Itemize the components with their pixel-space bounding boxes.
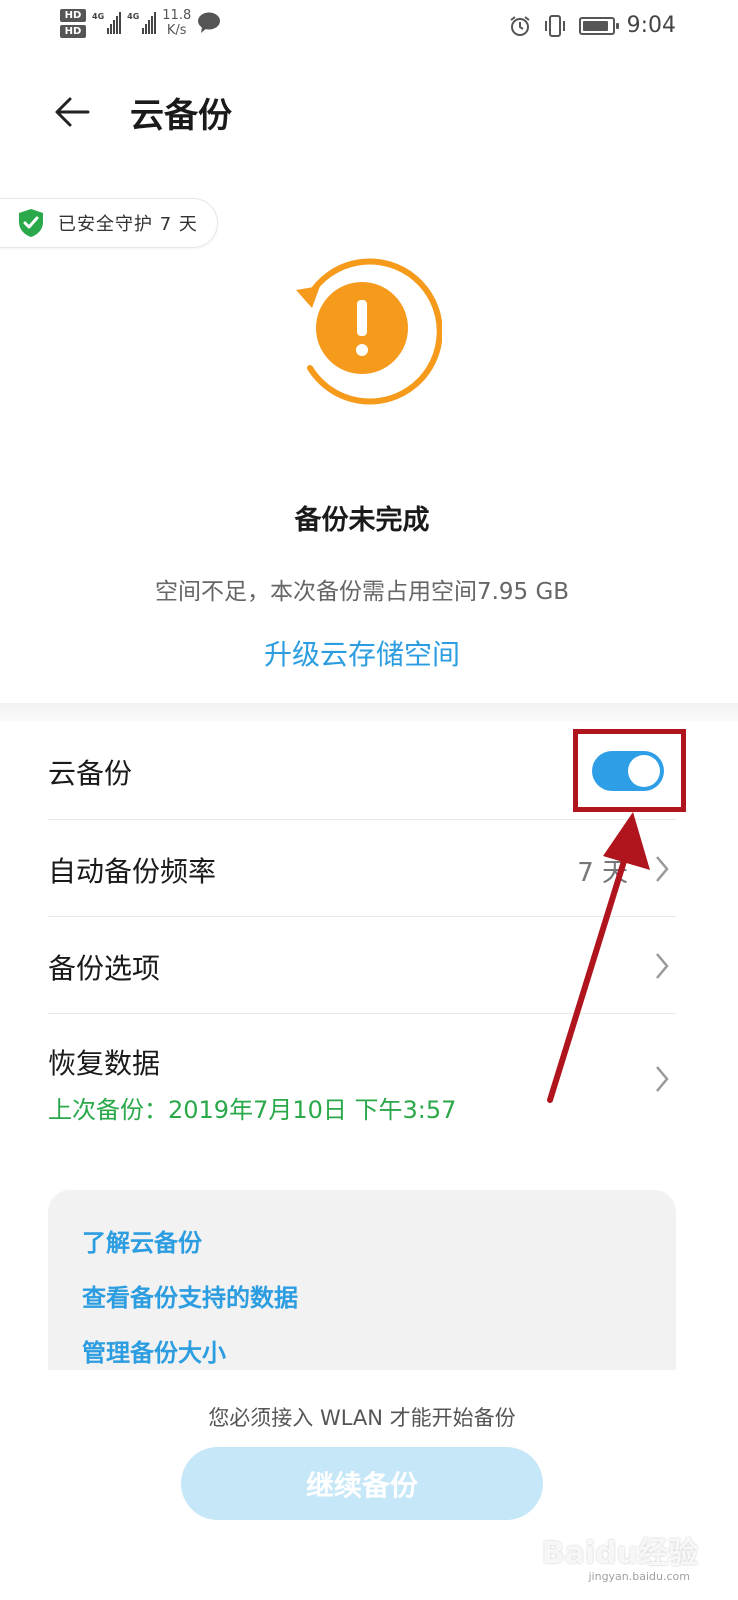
cloud-backup-label: 云备份 — [48, 757, 133, 790]
arrow-left-icon[interactable] — [52, 92, 92, 132]
chevron-right-icon — [656, 1066, 669, 1092]
wechat-icon — [198, 12, 221, 33]
hd-indicators: HD HD — [60, 8, 86, 38]
speed-value: 11.8 — [162, 8, 192, 23]
protection-text: 已安全守护 7 天 — [58, 214, 198, 235]
restore-text-group: 恢复数据 上次备份：2019年7月10日 下午3:57 — [48, 1042, 456, 1125]
signal-icon-2: 4G — [127, 12, 157, 34]
continue-backup-button[interactable]: 继续备份 — [181, 1447, 543, 1520]
network-speed: 11.8 K/s — [162, 8, 191, 38]
info-card: 了解云备份 查看备份支持的数据 管理备份大小 — [48, 1190, 676, 1370]
alarm-icon — [509, 15, 530, 36]
status-bar: HD HD 4G 4G 11.8 K/s 9:04 — [0, 0, 738, 56]
learn-cloud-backup-link[interactable]: 了解云备份 — [82, 1224, 676, 1262]
warning-refresh-icon — [296, 258, 442, 405]
backup-options-label: 备份选项 — [48, 952, 161, 985]
chevron-right-icon — [656, 856, 669, 882]
hd-icon-2: HD — [60, 24, 86, 38]
app-header: 云备份 — [0, 70, 738, 154]
vibrate-icon — [544, 14, 565, 37]
hd-icon-1: HD — [60, 8, 86, 22]
status-bar-right: 9:04 — [509, 13, 676, 38]
protection-badge: 已安全守护 7 天 — [0, 198, 218, 248]
clock: 9:04 — [626, 13, 676, 38]
manage-backup-size-link[interactable]: 管理备份大小 — [82, 1334, 676, 1372]
last-backup-time: 上次备份：2019年7月10日 下午3:57 — [48, 1096, 457, 1124]
wlan-required-note: 您必须接入 WLAN 才能开始备份 — [208, 1406, 516, 1430]
watermark-logo: Baidu经验 — [541, 1536, 698, 1571]
shield-check-icon — [19, 209, 43, 237]
restore-data-label: 恢复数据 — [48, 1047, 161, 1080]
status-bar-left: HD HD 4G 4G 11.8 K/s — [60, 8, 223, 38]
page-title: 云备份 — [130, 96, 232, 136]
auto-frequency-row[interactable]: 自动备份频率 7 天 — [48, 820, 676, 917]
auto-frequency-label: 自动备份频率 — [48, 855, 217, 888]
supported-data-link[interactable]: 查看备份支持的数据 — [82, 1279, 676, 1317]
speed-unit: K/s — [166, 23, 187, 38]
signal-icon-1: 4G — [92, 12, 122, 34]
backup-status-description: 空间不足，本次备份需占用空间7.95 GB — [154, 579, 570, 605]
chevron-right-icon — [656, 953, 669, 979]
auto-frequency-value: 7 天 — [577, 858, 628, 888]
watermark-url: jingyan.baidu.com — [588, 1570, 690, 1583]
battery-level — [582, 20, 608, 31]
restore-data-row[interactable]: 恢复数据 上次备份：2019年7月10日 下午3:57 — [48, 1014, 676, 1144]
backup-status-title: 备份未完成 — [294, 505, 430, 536]
annotation-highlight-box — [573, 729, 686, 812]
battery-icon — [578, 16, 619, 35]
upgrade-storage-link[interactable]: 升级云存储空间 — [0, 633, 724, 673]
network-type-1: 4G — [92, 12, 105, 21]
network-type-2: 4G — [127, 12, 140, 21]
section-divider — [0, 703, 738, 721]
backup-options-row[interactable]: 备份选项 — [48, 917, 676, 1014]
